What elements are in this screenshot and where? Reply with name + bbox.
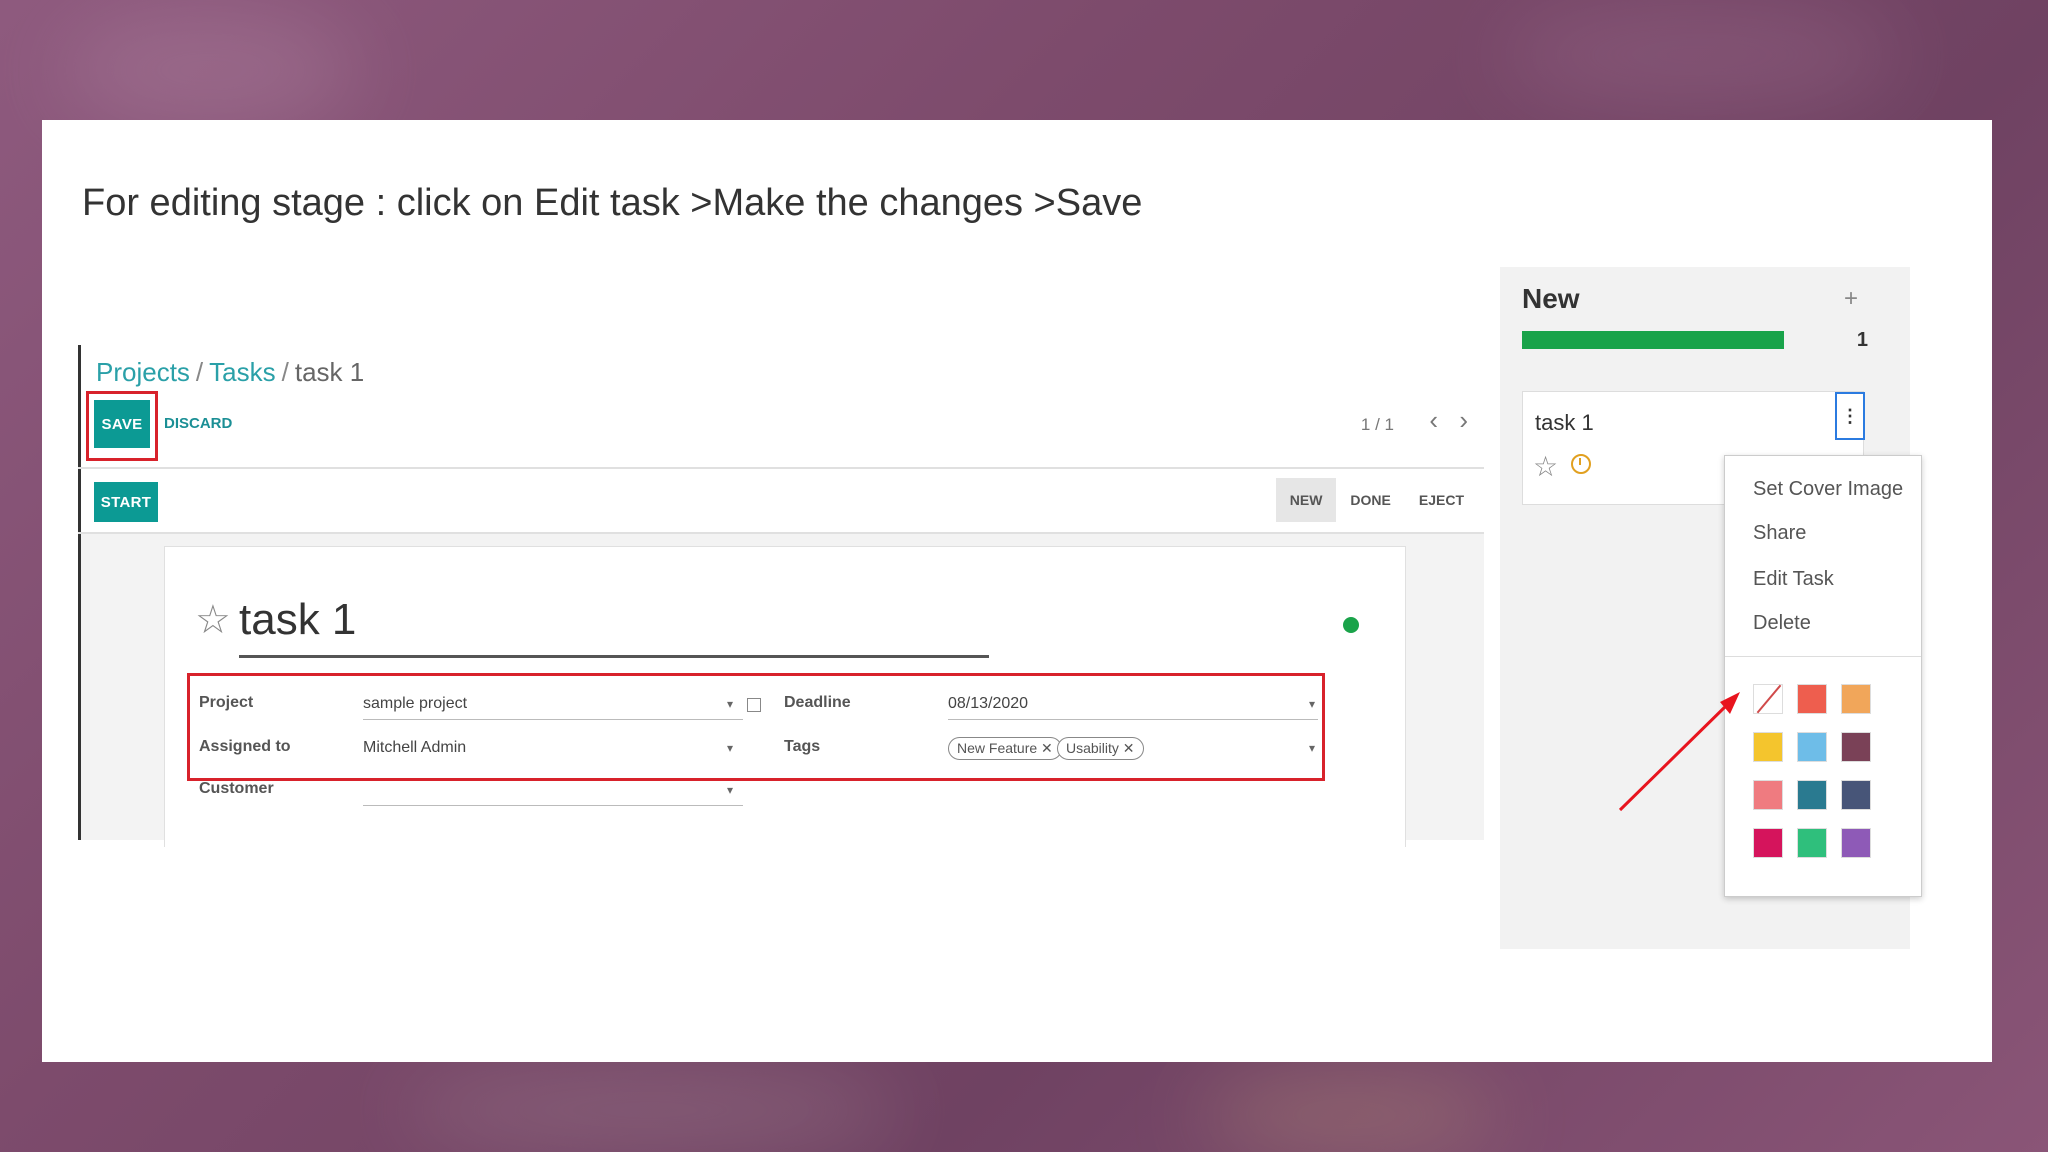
discard-button[interactable]: DISCARD [164,415,232,432]
kanban-state-dot[interactable] [1343,617,1359,633]
project-label: Project [199,694,254,711]
color-swatch[interactable] [1841,732,1871,762]
assigned-label: Assigned to [199,738,291,755]
color-swatch[interactable] [1841,828,1871,858]
field-underline [363,805,743,806]
slide-caption: For editing stage : click on Edit task >… [82,182,1143,224]
tag-label: Usability [1066,740,1119,756]
color-swatch[interactable] [1797,732,1827,762]
menu-item-set-cover-image[interactable]: Set Cover Image [1753,478,1903,501]
field-underline [948,719,1318,720]
menu-item-edit-task[interactable]: Edit Task [1753,568,1834,591]
breadcrumb-tasks[interactable]: Tasks [209,357,275,387]
chevron-down-icon[interactable]: ▾ [1309,741,1315,755]
chevron-down-icon[interactable]: ▾ [727,697,733,711]
stage-new[interactable]: NEW [1275,478,1337,522]
stage-done[interactable]: DONE [1336,478,1404,522]
pager-value[interactable]: 1 / 1 [1361,415,1394,435]
tags-label: Tags [784,738,821,755]
breadcrumb: Projects / Tasks / task 1 [96,357,364,388]
task-form-screenshot: Projects / Tasks / task 1 SAVE DISCARD 1 / 1… [78,345,1484,847]
tag-label: New Feature [957,740,1038,756]
color-swatch[interactable] [1841,780,1871,810]
column-title: New [1522,283,1580,314]
tag-chip[interactable]: Usability ✕ [1057,737,1144,760]
save-button[interactable]: SAVE [94,400,150,448]
color-swatch[interactable] [1753,828,1783,858]
deadline-label: Deadline [784,694,851,711]
tag-chip[interactable]: New Feature ✕ [948,737,1062,760]
field-underline [363,719,743,720]
assigned-field[interactable]: Mitchell Admin [363,739,466,757]
external-link-icon[interactable] [747,698,761,712]
task-title[interactable]: task 1 [239,595,356,645]
deadline-field[interactable]: 08/13/2020 [948,695,1028,713]
plus-icon[interactable]: + [1844,285,1858,313]
color-swatch[interactable] [1797,828,1827,858]
star-icon[interactable]: ☆ [195,597,231,643]
chevron-right-icon[interactable]: › [1459,405,1468,436]
close-icon[interactable]: ✕ [1041,740,1053,756]
form-background: ☆ task 1 Project sample project ▾ Assign… [81,534,1484,847]
breadcrumb-separator: / [281,357,289,387]
slide: For editing stage : click on Edit task >… [42,120,1992,1062]
chevron-down-icon[interactable]: ▾ [727,783,733,797]
annotation-arrow [1618,692,1740,812]
start-button[interactable]: START [94,482,158,522]
color-swatch[interactable] [1797,780,1827,810]
vertical-dots-icon[interactable]: ⋮ [1835,392,1865,440]
chevron-down-icon[interactable]: ▾ [1309,697,1315,711]
divider [78,467,1484,469]
stage-eject[interactable]: EJECT [1405,478,1478,522]
form-sheet: ☆ task 1 Project sample project ▾ Assign… [164,546,1406,847]
fields-highlight-box [187,673,1325,781]
close-icon[interactable]: ✕ [1123,740,1135,756]
column-count: 1 [1856,329,1868,351]
chevron-down-icon[interactable]: ▾ [727,741,733,755]
breadcrumb-separator: / [195,357,204,387]
breadcrumb-projects[interactable]: Projects [96,357,190,387]
card-dropdown-menu: Set Cover Image Share Edit Task Delete [1724,455,1922,897]
progress-fill [1522,331,1784,349]
clock-icon[interactable] [1571,454,1591,474]
title-underline [239,655,989,658]
menu-item-delete[interactable]: Delete [1753,612,1811,635]
star-icon[interactable]: ☆ [1533,450,1558,483]
stage-statusbar: NEW DONE EJECT [1275,478,1478,522]
divider [1725,656,1921,657]
customer-label: Customer [199,780,274,797]
project-field[interactable]: sample project [363,695,467,713]
breadcrumb-current: task 1 [294,357,365,387]
kanban-column-screenshot: New + 1 task 1 ⋮ ☆ Set Cover Image Share… [1500,267,1922,949]
menu-item-share[interactable]: Share [1753,522,1806,545]
column-progressbar[interactable] [1522,331,1784,349]
color-swatch[interactable] [1841,684,1871,714]
color-swatch[interactable] [1797,684,1827,714]
chevron-left-icon[interactable]: ‹ [1429,405,1438,436]
card-title: task 1 [1535,410,1594,435]
